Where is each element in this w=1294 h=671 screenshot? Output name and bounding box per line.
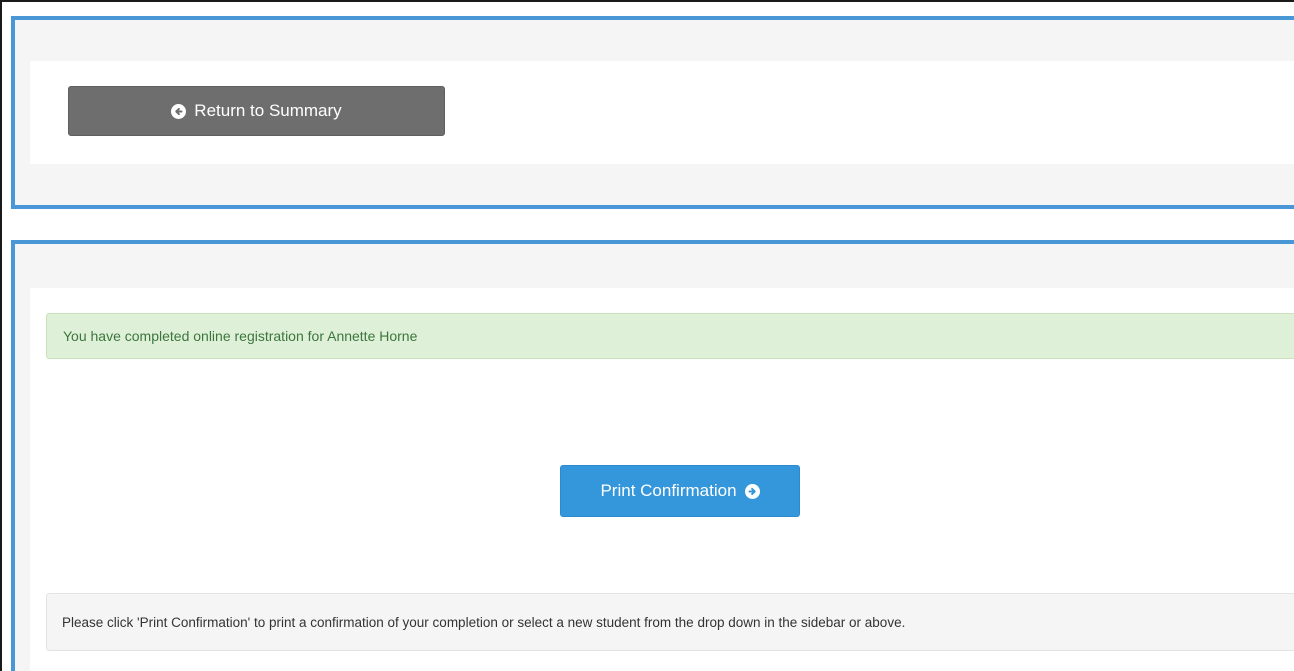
arrow-circle-right-icon [744, 483, 760, 499]
print-confirmation-label: Print Confirmation [600, 481, 737, 500]
summary-nav-panel: Return to Summary [11, 16, 1294, 209]
alert-message: You have completed online registration f… [63, 328, 418, 344]
summary-nav-body: Return to Summary [30, 61, 1294, 164]
return-to-summary-button[interactable]: Return to Summary [68, 86, 445, 136]
arrow-circle-left-icon [171, 103, 187, 119]
page-frame: Return to Summary You have completed onl… [0, 0, 1294, 671]
instructions-well: Please click 'Print Confirmation' to pri… [46, 593, 1294, 651]
completion-body: You have completed online registration f… [30, 288, 1294, 671]
completion-panel: You have completed online registration f… [11, 240, 1294, 671]
instructions-text: Please click 'Print Confirmation' to pri… [62, 614, 906, 630]
return-to-summary-label: Return to Summary [194, 101, 342, 120]
print-confirmation-button[interactable]: Print Confirmation [560, 465, 800, 517]
registration-complete-alert: You have completed online registration f… [46, 313, 1294, 359]
